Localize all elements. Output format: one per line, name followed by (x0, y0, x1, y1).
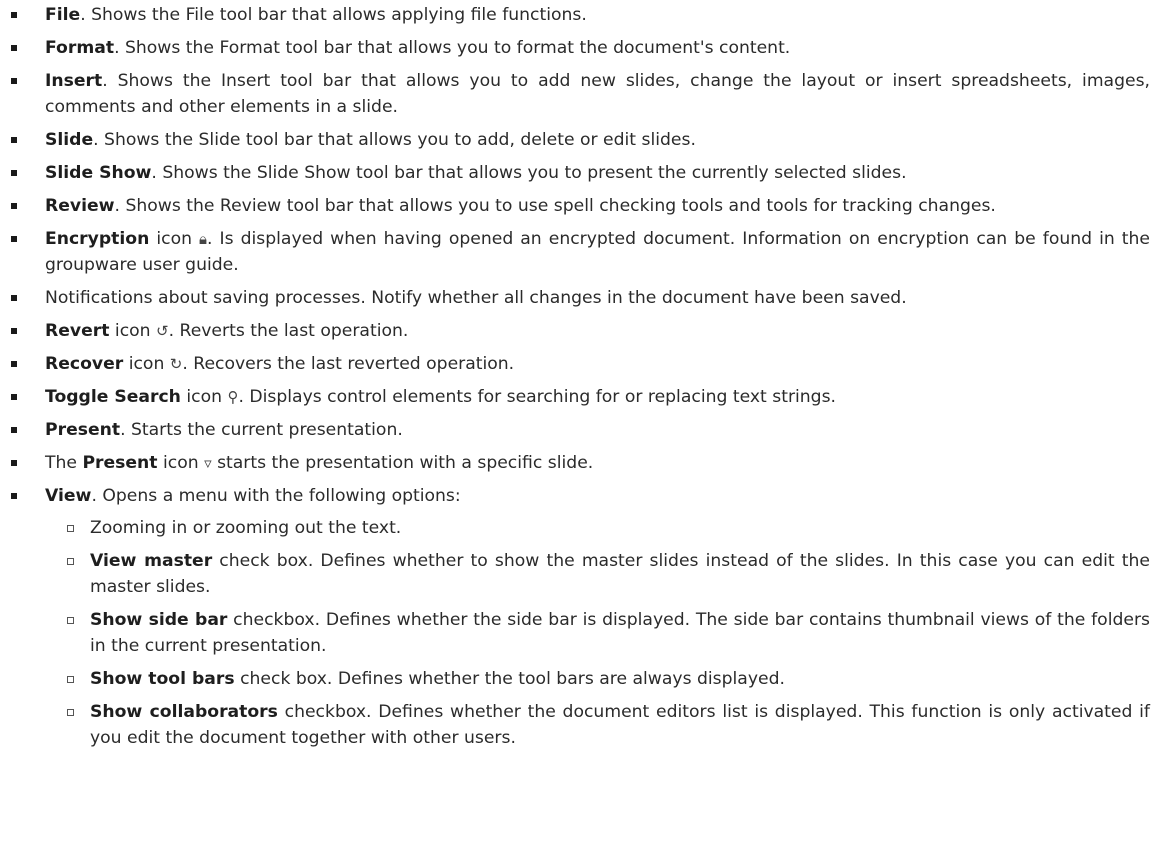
list-item-slide-show: Slide Show. Shows the Slide Show tool ba… (0, 160, 1154, 186)
list-item-insert: Insert. Shows the Insert tool bar that a… (0, 68, 1154, 120)
bullet (11, 361, 17, 367)
description: . Displays control elements for searchin… (238, 387, 837, 407)
sub-bullet (67, 709, 74, 716)
description: checkbox. Defines whether the side bar i… (90, 610, 1150, 656)
icon-word: icon (180, 387, 228, 407)
list-item-toggle-search: Toggle Search icon ⚲. Displays control e… (0, 384, 1154, 410)
description: . Shows the Review tool bar that allows … (114, 196, 996, 216)
view-option-show-collaborators: Show collaborators checkbox. Defines whe… (45, 699, 1150, 751)
bullet (11, 45, 17, 51)
term-toggle-search: Toggle Search (45, 387, 181, 407)
sub-bullet (67, 676, 74, 683)
bullet (11, 203, 17, 209)
lead-text: The (45, 453, 83, 473)
description: Notifications about saving processes. No… (45, 288, 907, 308)
description: . Opens a menu with the following option… (91, 486, 461, 506)
toolbar-description-list: File. Shows the File tool bar that allow… (0, 2, 1154, 751)
bullet (11, 236, 17, 242)
sub-bullet (67, 525, 74, 532)
bullet (11, 493, 17, 499)
term-show-collaborators: Show collaborators (90, 702, 278, 722)
bullet (11, 137, 17, 143)
term-view: View (45, 486, 92, 506)
term-slide-show: Slide Show (45, 163, 152, 183)
term-revert: Revert (45, 321, 110, 341)
term-recover: Recover (45, 354, 124, 374)
bullet (11, 170, 17, 176)
view-option-view-master: View master check box. Defines whether t… (45, 548, 1150, 600)
list-item-notifications: Notifications about saving processes. No… (0, 285, 1154, 311)
term-show-side-bar: Show side bar (90, 610, 228, 630)
list-item-present: Present. Starts the current presentation… (0, 417, 1154, 443)
sub-bullet (67, 558, 74, 565)
redo-icon: ↻ (169, 355, 183, 373)
icon-word: icon (109, 321, 157, 341)
description: . Reverts the last operation. (168, 321, 409, 341)
icon-word: icon (149, 229, 200, 249)
term-review: Review (45, 196, 115, 216)
bullet (11, 295, 17, 301)
list-item-view: View. Opens a menu with the following op… (0, 483, 1154, 751)
sub-bullet (67, 617, 74, 624)
description: Zooming in or zooming out the text. (90, 518, 402, 538)
bullet (11, 78, 17, 84)
description: starts the presentation with a specific … (211, 453, 594, 473)
description: check box. Defines whether the tool bars… (234, 669, 785, 689)
list-item-recover: Recover icon ↻. Recovers the last revert… (0, 351, 1154, 377)
list-item-revert: Revert icon ↺. Reverts the last operatio… (0, 318, 1154, 344)
term-slide: Slide (45, 130, 94, 150)
icon-word: icon (123, 354, 170, 374)
view-option-show-side-bar: Show side bar checkbox. Defines whether … (45, 607, 1150, 659)
bullet (11, 12, 17, 18)
list-item-slide: Slide. Shows the Slide tool bar that all… (0, 127, 1154, 153)
term-show-tool-bars: Show tool bars (90, 669, 235, 689)
description: . Shows the Slide tool bar that allows y… (93, 130, 696, 150)
description: . Shows the File tool bar that allows ap… (80, 5, 587, 25)
list-item-review: Review. Shows the Review tool bar that a… (0, 193, 1154, 219)
term-insert: Insert (45, 71, 103, 91)
search-icon: ⚲ (227, 388, 239, 406)
description: . Shows the Insert tool bar that allows … (45, 71, 1150, 117)
bullet (11, 328, 17, 334)
list-item-format: Format. Shows the Format tool bar that a… (0, 35, 1154, 61)
description: . Recovers the last reverted operation. (182, 354, 515, 374)
term-format: Format (45, 38, 115, 58)
term-file: File (45, 5, 81, 25)
term-present: Present (82, 453, 158, 473)
bullet (11, 460, 17, 466)
icon-word: icon (157, 453, 205, 473)
list-item-encryption: Encryption icon 🔒︎. Is displayed when ha… (0, 226, 1154, 278)
bullet (11, 394, 17, 400)
term-encryption: Encryption (45, 229, 150, 249)
view-options-list: Zooming in or zooming out the text. View… (45, 515, 1150, 751)
view-option-show-tool-bars: Show tool bars check box. Defines whethe… (45, 666, 1150, 692)
term-view-master: View master (90, 551, 213, 571)
undo-icon: ↺ (156, 322, 169, 340)
view-option-zoom: Zooming in or zooming out the text. (45, 515, 1150, 541)
list-item-present-icon: The Present icon ▿ starts the presentati… (0, 450, 1154, 476)
term-present: Present (45, 420, 121, 440)
description: . Starts the current presentation. (120, 420, 403, 440)
help-document: File. Shows the File tool bar that allow… (0, 0, 1154, 758)
bullet (11, 427, 17, 433)
lock-icon: 🔒︎ (199, 230, 208, 248)
chevron-down-icon: ▿ (204, 454, 212, 472)
description: . Shows the Format tool bar that allows … (114, 38, 791, 58)
description: check box. Defines whether to show the m… (90, 551, 1151, 597)
description: . Shows the Slide Show tool bar that all… (151, 163, 907, 183)
list-item-file: File. Shows the File tool bar that allow… (0, 2, 1154, 28)
description: . Is displayed when having opened an enc… (45, 229, 1151, 275)
